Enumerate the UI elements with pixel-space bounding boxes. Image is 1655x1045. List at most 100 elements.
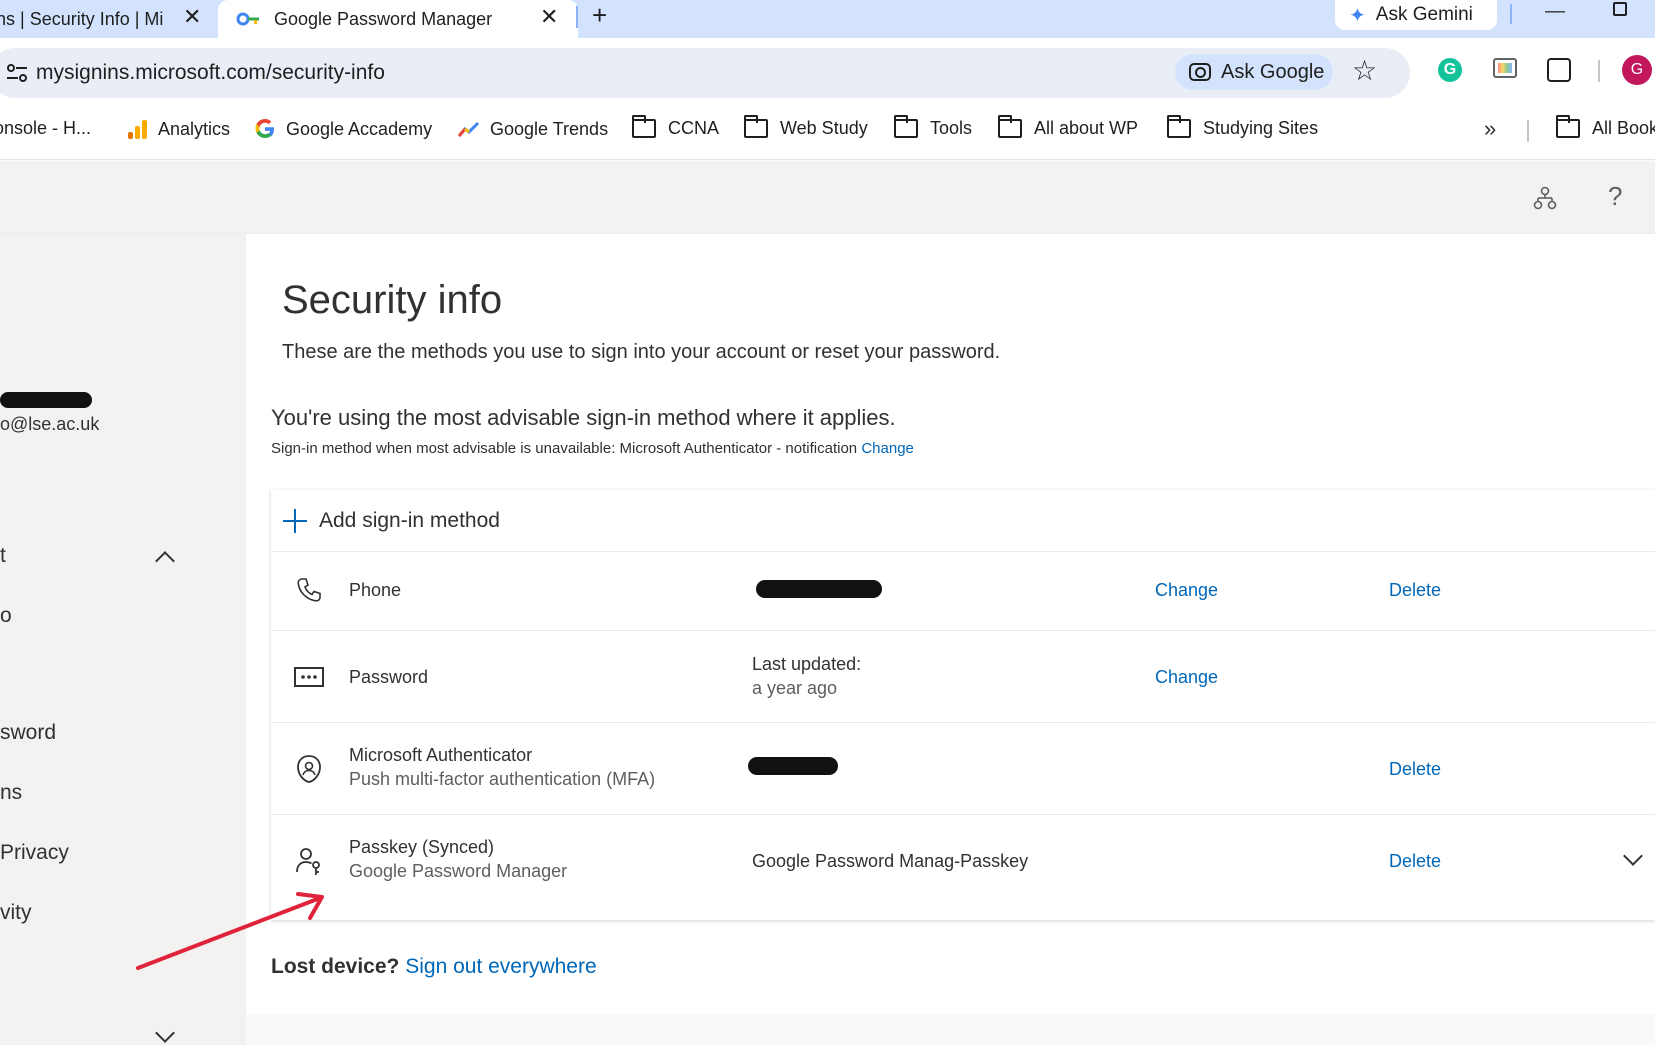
phone-icon xyxy=(297,578,321,602)
folder-icon xyxy=(1555,115,1580,138)
redacted-device-name xyxy=(748,757,838,775)
lens-icon xyxy=(1189,63,1211,81)
google-icon xyxy=(255,119,274,138)
site-settings-icon[interactable] xyxy=(6,63,28,83)
change-password-link[interactable]: Change xyxy=(1155,667,1218,688)
expand-chevron-icon[interactable] xyxy=(1623,846,1643,866)
cast-extension-icon[interactable] xyxy=(1493,58,1517,78)
bookmark-label: CCNA xyxy=(668,118,720,138)
page-background xyxy=(246,1014,1655,1045)
ask-google-label: Ask Google xyxy=(1221,60,1325,83)
change-default-link[interactable]: Change xyxy=(861,440,914,457)
password-last-updated-value: a year ago xyxy=(752,678,838,698)
change-phone-link[interactable]: Change xyxy=(1155,580,1218,601)
sidebar-item-overview[interactable]: t xyxy=(0,544,6,568)
tab-title: ns | Security Info | Mic xyxy=(0,8,164,29)
bookmark-console[interactable]: onsole - H... xyxy=(0,118,91,139)
annotation-arrow-icon xyxy=(136,892,324,970)
page-header: ? xyxy=(0,161,1655,234)
method-description: Google Password Manager xyxy=(349,861,568,881)
folder-icon xyxy=(997,115,1022,138)
bookmark-ccna[interactable]: CCNA xyxy=(631,115,720,139)
method-row-authenticator: Microsoft Authenticator Push multi-facto… xyxy=(271,723,1655,815)
tab-title: Google Password Manager xyxy=(274,8,493,29)
close-tab-icon[interactable]: ✕ xyxy=(183,4,201,30)
bookmark-label: Tools xyxy=(930,118,973,138)
bookmark-tools[interactable]: Tools xyxy=(893,115,973,139)
delete-authenticator-link[interactable]: Delete xyxy=(1389,759,1441,780)
method-row-password: Password Last updated: a year ago Change xyxy=(271,631,1655,723)
bookmark-label: Web Study xyxy=(780,118,868,138)
help-icon[interactable]: ? xyxy=(1608,181,1622,212)
bookmark-all-about-wp[interactable]: All about WP xyxy=(997,115,1138,139)
default-method-label: Sign-in method when most advisable is un… xyxy=(271,440,858,457)
trends-icon xyxy=(458,121,480,137)
folder-icon xyxy=(893,115,918,138)
method-name: Microsoft Authenticator xyxy=(349,745,533,765)
tab-divider xyxy=(576,6,578,28)
add-method-label: Add sign-in method xyxy=(319,508,500,532)
extensions-icon[interactable] xyxy=(1547,58,1571,82)
all-bookmarks[interactable]: All Book xyxy=(1555,115,1655,139)
add-sign-in-method-button[interactable]: Add sign-in method xyxy=(271,490,1655,552)
bookmark-label: onsole - H... xyxy=(0,118,92,138)
sidebar-item-security-info[interactable]: o xyxy=(0,604,12,628)
method-row-phone: Phone Change Delete xyxy=(271,552,1655,631)
delete-passkey-link[interactable]: Delete xyxy=(1389,851,1441,872)
bookmark-label: Google Trends xyxy=(490,118,609,139)
restore-icon[interactable] xyxy=(1613,2,1627,16)
authenticator-icon xyxy=(297,755,321,783)
method-row-passkey: Passkey (Synced) Google Password Manager… xyxy=(271,815,1655,907)
new-tab-button[interactable]: + xyxy=(592,0,607,31)
minimize-icon[interactable]: — xyxy=(1545,0,1565,23)
toolbar: mysignins.microsoft.com/security-info As… xyxy=(0,38,1655,100)
page-subtitle: These are the methods you use to sign in… xyxy=(282,341,1001,363)
chevron-up-icon[interactable] xyxy=(155,551,175,571)
folder-icon xyxy=(743,115,768,138)
folder-icon xyxy=(1166,115,1191,138)
sidebar-item-privacy[interactable]: Privacy xyxy=(0,841,69,865)
method-name: Phone xyxy=(349,580,402,600)
grammarly-extension-icon[interactable]: G xyxy=(1438,58,1462,82)
analytics-icon xyxy=(128,120,147,139)
bookmarks-divider xyxy=(1527,120,1529,142)
ask-google-button[interactable]: Ask Google xyxy=(1175,54,1333,90)
page-title: Security info xyxy=(282,278,503,322)
profile-avatar[interactable]: G xyxy=(1622,55,1652,85)
bookmark-analytics[interactable]: Analytics xyxy=(126,118,230,140)
ask-gemini-button[interactable]: ✦ Ask Gemini xyxy=(1335,0,1497,30)
bookmark-web-study[interactable]: Web Study xyxy=(743,115,868,139)
tab-bar: ns | Security Info | Mic ✕ Google Passwo… xyxy=(0,0,1655,38)
tab-security-info[interactable]: ns | Security Info | Mic ✕ xyxy=(0,0,205,38)
sidebar-item-organizations[interactable]: ns xyxy=(0,781,22,805)
url-text[interactable]: mysignins.microsoft.com/security-info xyxy=(36,61,385,85)
redacted-name xyxy=(0,392,92,408)
toolbar-divider xyxy=(1598,60,1600,82)
sidebar-item-password[interactable]: sword xyxy=(0,721,56,745)
bookmark-google-accademy[interactable]: Google Accademy xyxy=(254,118,432,140)
redacted-phone-number xyxy=(756,580,882,598)
bookmarks-overflow-icon[interactable]: » xyxy=(1484,116,1496,142)
gemini-sparkle-icon: ✦ xyxy=(1349,4,1366,27)
ask-gemini-label: Ask Gemini xyxy=(1375,4,1473,25)
bookmark-star-icon[interactable]: ☆ xyxy=(1352,54,1377,87)
method-name: Password xyxy=(349,667,429,687)
sign-out-everywhere-link[interactable]: Sign out everywhere xyxy=(405,955,596,978)
bookmark-label: Analytics xyxy=(158,118,231,139)
chevron-down-icon[interactable] xyxy=(155,1023,175,1043)
close-tab-icon[interactable]: ✕ xyxy=(540,4,558,30)
method-name: Passkey (Synced) xyxy=(349,837,495,857)
password-icon xyxy=(294,667,324,687)
window-divider xyxy=(1510,4,1512,24)
address-bar[interactable]: mysignins.microsoft.com/security-info As… xyxy=(0,48,1410,98)
key-icon xyxy=(236,10,260,28)
delete-phone-link[interactable]: Delete xyxy=(1389,580,1441,601)
advisable-heading: You're using the most advisable sign-in … xyxy=(271,405,896,430)
bookmark-google-trends[interactable]: Google Trends xyxy=(458,118,608,140)
tab-google-password-manager[interactable]: Google Password Manager ✕ xyxy=(218,0,578,38)
organization-icon[interactable] xyxy=(1533,186,1557,210)
user-email: o@lse.ac.uk xyxy=(0,414,100,434)
sidebar-item-activity[interactable]: vity xyxy=(0,901,32,925)
bookmarks-bar: onsole - H... Analytics Google Accademy … xyxy=(0,100,1655,160)
bookmark-studying-sites[interactable]: Studying Sites xyxy=(1166,115,1318,139)
